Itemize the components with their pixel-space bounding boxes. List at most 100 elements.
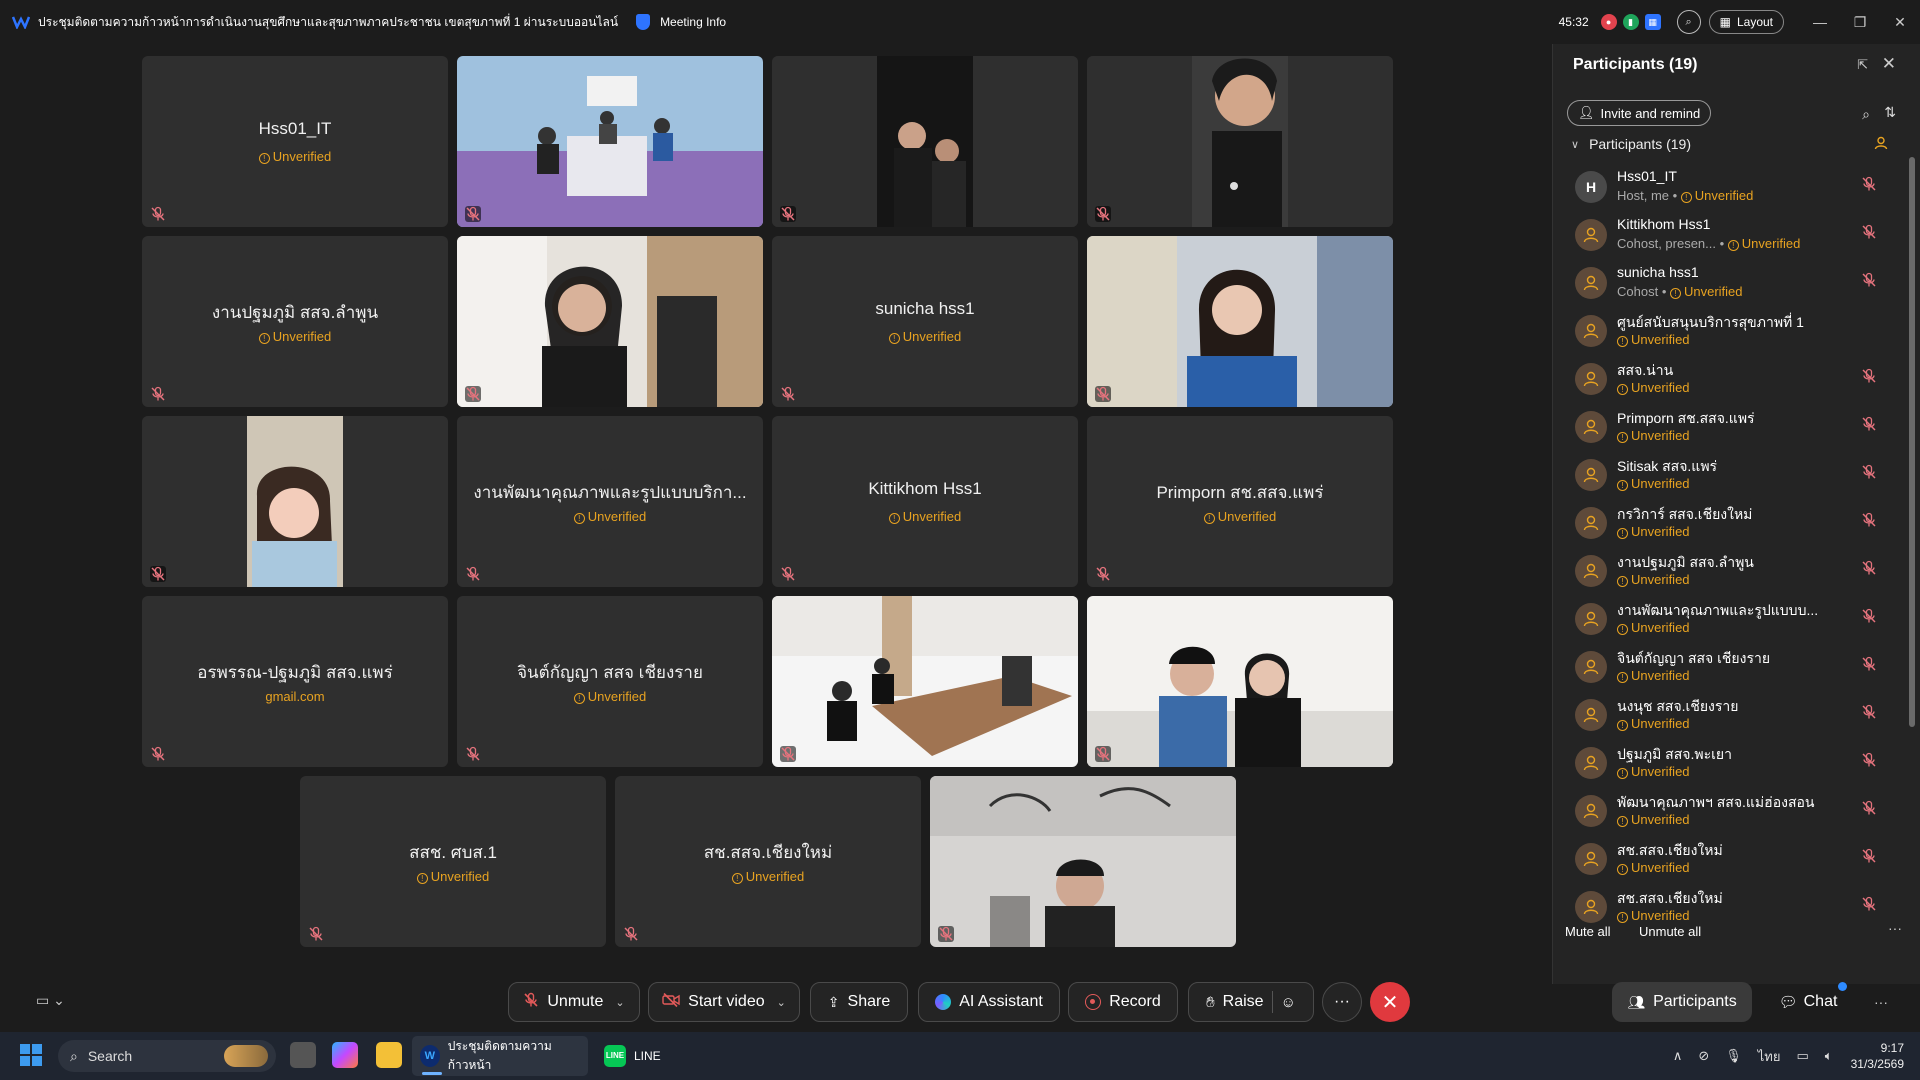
mic-off-icon[interactable]: [1861, 656, 1877, 672]
participant-row[interactable]: Sitisak สสจ.แพร่! Unverified: [1567, 452, 1887, 500]
participants-group-header[interactable]: ∨ Participants (19): [1571, 136, 1691, 152]
video-tile[interactable]: [457, 236, 763, 407]
mic-off-icon[interactable]: [1861, 224, 1877, 240]
restore-icon[interactable]: ❐: [1840, 14, 1880, 31]
participant-row[interactable]: sunicha hss1 Cohost • ! Unverified: [1567, 260, 1887, 308]
mic-off-icon[interactable]: [1861, 272, 1877, 288]
mic-off-icon[interactable]: [1861, 464, 1877, 480]
microphone-icon[interactable]: 🎙︎: [1725, 1048, 1742, 1064]
taskbar-search[interactable]: ⌕ Search: [58, 1040, 276, 1072]
participant-row[interactable]: สสจ.น่าน! Unverified: [1567, 356, 1887, 404]
mic-off-icon[interactable]: [1861, 512, 1877, 528]
video-tile[interactable]: [1087, 236, 1393, 407]
raise-hand-button[interactable]: ✋︎ Raise ☺: [1188, 982, 1314, 1022]
video-tile[interactable]: [930, 776, 1236, 947]
mic-off-icon[interactable]: [1861, 848, 1877, 864]
mic-off-icon[interactable]: [1861, 752, 1877, 768]
participant-row[interactable]: จินต์กัญญา สสจ เชียงราย! Unverified: [1567, 644, 1887, 692]
clock[interactable]: 9:17 31/3/2569: [1851, 1040, 1904, 1072]
video-tile[interactable]: [772, 596, 1078, 767]
copilot-icon[interactable]: [332, 1042, 358, 1068]
video-tile[interactable]: สสช. ศบส.1! Unverified: [300, 776, 606, 947]
participant-row[interactable]: นงนุช สสจ.เชียงราย! Unverified: [1567, 692, 1887, 740]
signal-indicator-icon[interactable]: ▮: [1622, 14, 1639, 30]
video-tile[interactable]: สช.สสจ.เชียงใหม่! Unverified: [615, 776, 921, 947]
file-explorer-icon[interactable]: [376, 1042, 402, 1068]
close-window-icon[interactable]: ✕: [1880, 14, 1920, 31]
shield-icon[interactable]: [636, 14, 651, 30]
zoom-icon[interactable]: ⌕: [1676, 10, 1701, 34]
mic-off-icon[interactable]: [1861, 368, 1877, 384]
windows-start-icon[interactable]: [20, 1044, 42, 1066]
participant-row[interactable]: Primporn สช.สสจ.แพร่! Unverified: [1567, 404, 1887, 452]
video-tile[interactable]: [142, 416, 448, 587]
video-tile[interactable]: งานพัฒนาคุณภาพและรูปแบบบริกา...! Unverifi…: [457, 416, 763, 587]
mute-all-button[interactable]: Mute all: [1565, 924, 1611, 939]
participant-row[interactable]: ศูนย์สนับสนุนบริการสุขภาพที่ 1! Unverifie…: [1567, 308, 1887, 356]
volume-icon[interactable]: 🔈︎: [1825, 1048, 1833, 1064]
captions-icon[interactable]: ▭ ⌄: [36, 992, 65, 1009]
meeting-info-link[interactable]: Meeting Info: [660, 15, 726, 29]
network-off-icon[interactable]: ⊘: [1698, 1048, 1709, 1064]
participant-row[interactable]: H Hss01_IT Host, me • ! Unverified: [1567, 164, 1887, 212]
close-panel-icon[interactable]: ✕: [1882, 54, 1896, 74]
display-icon[interactable]: ▭: [1797, 1048, 1809, 1064]
video-tile[interactable]: จินต์กัญญา สสจ เชียงราย! Unverified: [457, 596, 763, 767]
layout-button[interactable]: ▦ Layout: [1708, 10, 1784, 34]
more-options-icon[interactable]: ···: [1874, 994, 1888, 1010]
sort-icon[interactable]: ⇅: [1884, 104, 1896, 121]
chevron-up-icon[interactable]: ∧: [1673, 1048, 1683, 1064]
mic-off-icon[interactable]: [1861, 176, 1877, 192]
ai-assistant-button[interactable]: AI Assistant: [918, 982, 1060, 1022]
calendar-icon[interactable]: ▦: [1644, 14, 1661, 30]
reactions-icon[interactable]: ☺: [1281, 994, 1296, 1011]
mic-off-icon[interactable]: [1861, 800, 1877, 816]
scrollbar-thumb[interactable]: [1909, 157, 1915, 727]
participant-row[interactable]: งานปฐมภูมิ สสจ.ลำพูน! Unverified: [1567, 548, 1887, 596]
video-tile[interactable]: Hss01_IT! Unverified: [142, 56, 448, 227]
mic-off-icon[interactable]: [1861, 896, 1877, 912]
participant-row[interactable]: กรวิการ์ สสจ.เชียงใหม่! Unverified: [1567, 500, 1887, 548]
video-tile[interactable]: [772, 56, 1078, 227]
video-tile[interactable]: Primporn สช.สสจ.แพร่! Unverified: [1087, 416, 1393, 587]
participant-row[interactable]: สช.สสจ.เชียงใหม่! Unverified: [1567, 836, 1887, 884]
mic-off-icon[interactable]: [1861, 416, 1877, 432]
pop-out-icon[interactable]: ⇱: [1857, 57, 1868, 73]
recording-indicator-icon[interactable]: ●: [1600, 14, 1617, 30]
start-video-button[interactable]: Start video ⌄: [648, 982, 800, 1022]
more-button[interactable]: ···: [1322, 982, 1362, 1022]
unmute-all-button[interactable]: Unmute all: [1639, 924, 1701, 939]
participant-row[interactable]: พัฒนาคุณภาพฯ สสจ.แม่ฮ่องสอน! Unverified: [1567, 788, 1887, 836]
video-tile[interactable]: [1087, 56, 1393, 227]
record-button[interactable]: Record: [1068, 982, 1178, 1022]
participants-button[interactable]: 👥︎ Participants: [1612, 982, 1752, 1022]
taskbar-app-webex[interactable]: W ประชุมติดตามความก้าวหน้า: [412, 1036, 588, 1076]
video-tile[interactable]: sunicha hss1! Unverified: [772, 236, 1078, 407]
participant-list-scrollbar[interactable]: [1908, 139, 1916, 929]
leave-meeting-button[interactable]: ✕: [1370, 982, 1410, 1022]
participant-row[interactable]: Kittikhom Hss1 Cohost, presen... • ! Unver…: [1567, 212, 1887, 260]
mic-off-icon[interactable]: [1861, 608, 1877, 624]
participant-row[interactable]: ปฐมภูมิ สสจ.พะเยา! Unverified: [1567, 740, 1887, 788]
search-icon[interactable]: ⌕: [1862, 106, 1870, 123]
participant-row[interactable]: สช.สสจ.เชียงใหม่! Unverified: [1567, 884, 1887, 932]
video-tile[interactable]: [457, 56, 763, 227]
invite-and-remind-button[interactable]: 👤︎ Invite and remind: [1567, 100, 1712, 126]
mic-off-icon[interactable]: [1861, 704, 1877, 720]
video-tile[interactable]: งานปฐมภูมิ สสจ.ลำพูน! Unverified: [142, 236, 448, 407]
more-options-icon[interactable]: ···: [1888, 920, 1902, 936]
taskbar-app-line[interactable]: LINE LINE: [596, 1036, 669, 1076]
participant-row[interactable]: งานพัฒนาคุณภาพและรูปแบบบ...! Unverified: [1567, 596, 1887, 644]
chevron-down-icon[interactable]: ⌄: [615, 996, 624, 1009]
video-tile[interactable]: Kittikhom Hss1! Unverified: [772, 416, 1078, 587]
task-view-icon[interactable]: [290, 1042, 316, 1068]
mic-off-icon[interactable]: [1861, 560, 1877, 576]
video-tile[interactable]: อรพรรณ-ปฐมภูมิ สสจ.แพร่ gmail.com: [142, 596, 448, 767]
language-indicator[interactable]: ไทย: [1758, 1046, 1781, 1067]
chevron-down-icon[interactable]: ⌄: [777, 996, 786, 1009]
video-tile[interactable]: [1087, 596, 1393, 767]
minimize-icon[interactable]: —: [1800, 14, 1840, 30]
chat-button[interactable]: 💬︎ Chat: [1776, 982, 1840, 1022]
unmute-button[interactable]: Unmute ⌄: [508, 982, 640, 1022]
share-button[interactable]: ⇪ Share: [810, 982, 908, 1022]
